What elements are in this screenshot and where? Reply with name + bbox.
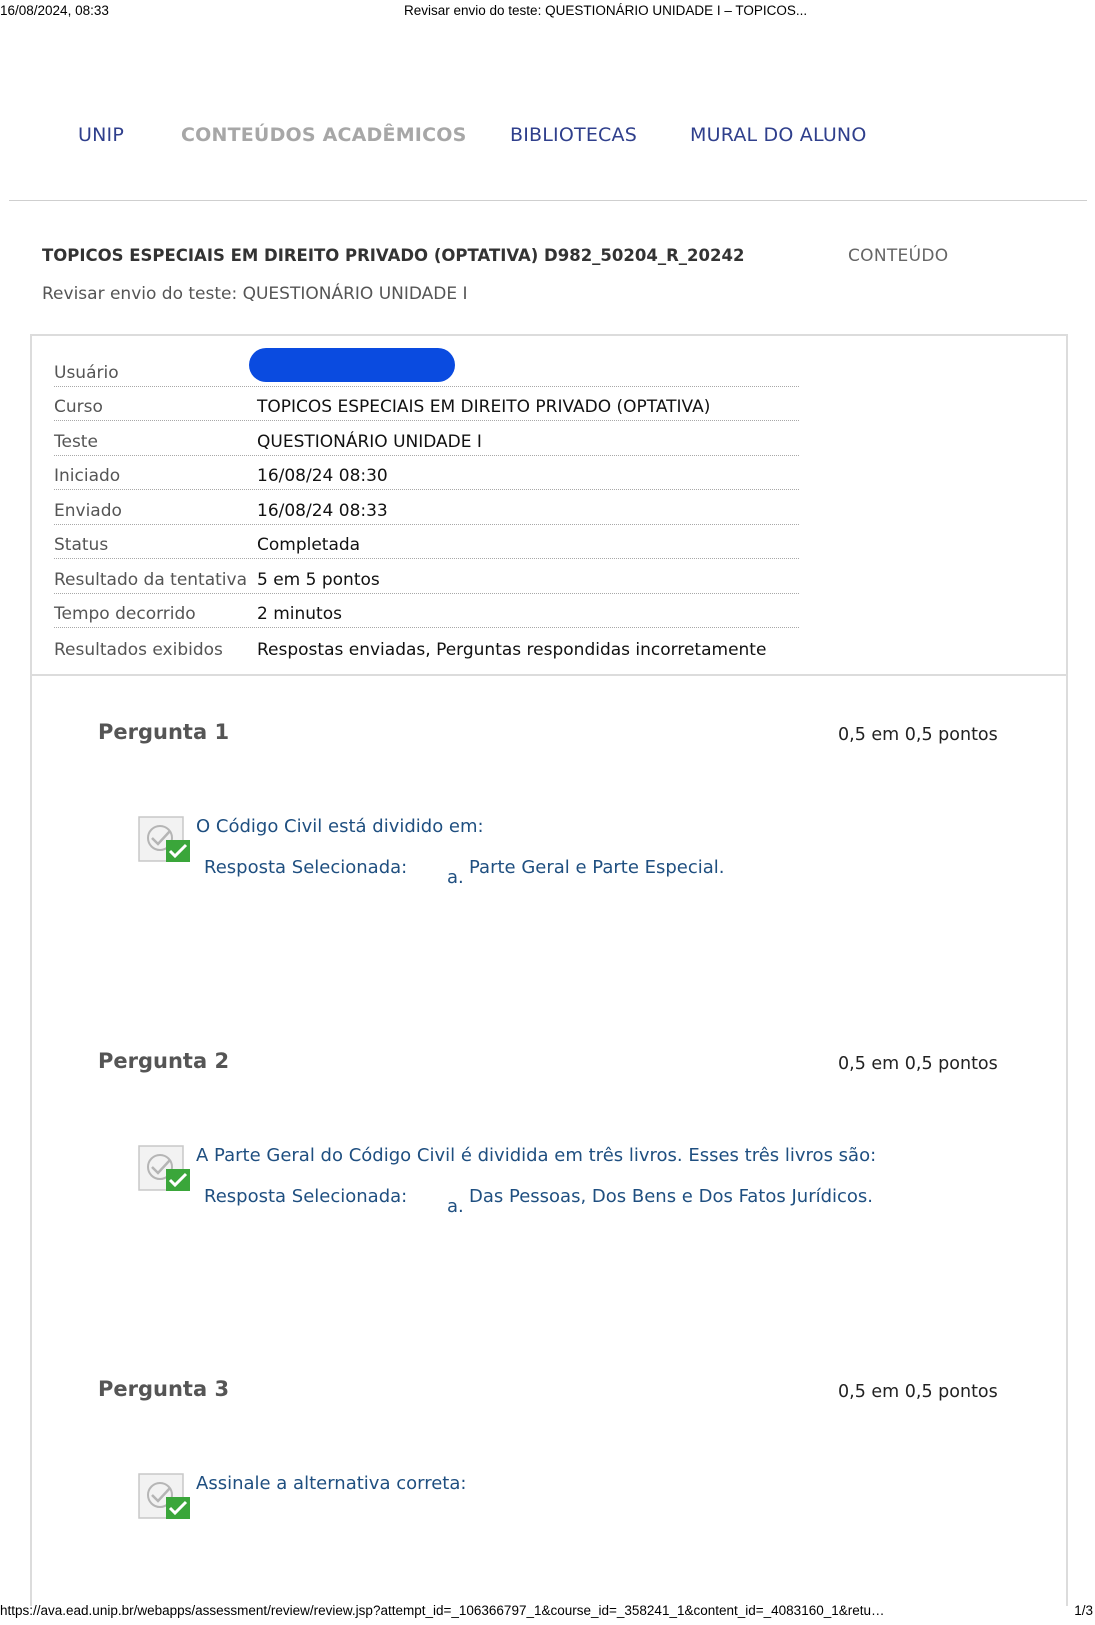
content-link[interactable]: CONTEÚDO	[848, 246, 948, 266]
answer-letter: a.	[447, 867, 464, 888]
summary-label: Status	[54, 535, 109, 555]
breadcrumb: Revisar envio do teste: QUESTIONÁRIO UNI…	[42, 284, 468, 304]
summary-row-status: Status Completada	[54, 525, 799, 559]
print-doc-title: Revisar envio do teste: QUESTIONÁRIO UNI…	[404, 3, 808, 18]
summary-value: TOPICOS ESPECIAIS EM DIREITO PRIVADO (OP…	[257, 397, 711, 417]
summary-row-enviado: Enviado 16/08/24 08:33	[54, 490, 799, 525]
top-navigation: UNIP CONTEÚDOS ACADÊMICOS BIBLIOTECAS MU…	[0, 124, 1095, 156]
summary-label: Curso	[54, 397, 103, 417]
print-footer: https://ava.ead.unip.br/webapps/assessme…	[0, 1603, 1095, 1621]
summary-value: QUESTIONÁRIO UNIDADE I	[257, 431, 482, 452]
nav-conteudos-academicos[interactable]: CONTEÚDOS ACADÊMICOS	[181, 124, 466, 146]
summary-row-curso: Curso TOPICOS ESPECIAIS EM DIREITO PRIVA…	[54, 387, 799, 421]
correct-check-icon	[138, 1145, 190, 1191]
summary-label: Teste	[54, 431, 98, 452]
summary-row-teste: Teste QUESTIONÁRIO UNIDADE I	[54, 421, 799, 456]
correct-check-icon	[138, 1473, 190, 1519]
redacted-username	[249, 347, 455, 382]
summary-row-resultado: Resultado da tentativa 5 em 5 pontos	[54, 559, 799, 594]
summary-label: Resultado da tentativa	[54, 569, 248, 590]
summary-label: Tempo decorrido	[54, 604, 196, 624]
nav-unip[interactable]: UNIP	[78, 124, 124, 146]
question-points: 0,5 em 0,5 pontos	[838, 1054, 998, 1074]
question-title: Pergunta 3	[98, 1377, 230, 1401]
summary-row-iniciado: Iniciado 16/08/24 08:30	[54, 456, 799, 490]
summary-label: Enviado	[54, 500, 122, 521]
summary-row-resultados-exibidos: Resultados exibidos Respostas enviadas, …	[54, 628, 799, 663]
questions-area: Pergunta 1 0,5 em 0,5 pontos O Código Ci…	[30, 676, 1068, 1606]
question-points: 0,5 em 0,5 pontos	[838, 1382, 998, 1402]
question-text: O Código Civil está dividido em:	[196, 816, 484, 837]
answer-label: Resposta Selecionada:	[204, 857, 408, 878]
question-title: Pergunta 1	[98, 720, 230, 744]
summary-value	[249, 347, 455, 383]
summary-label: Usuário	[54, 362, 119, 383]
print-header: 16/08/2024, 08:33 Revisar envio do teste…	[0, 3, 1095, 21]
summary-value: 16/08/24 08:30	[257, 466, 388, 486]
course-title: TOPICOS ESPECIAIS EM DIREITO PRIVADO (OP…	[42, 246, 745, 265]
question-points: 0,5 em 0,5 pontos	[838, 725, 998, 745]
question-title: Pergunta 2	[98, 1049, 230, 1073]
summary-row-tempo: Tempo decorrido 2 minutos	[54, 594, 799, 628]
answer-letter: a.	[447, 1196, 464, 1217]
summary-label: Iniciado	[54, 466, 121, 486]
correct-check-icon	[138, 816, 190, 862]
print-page-number: 1/3	[1074, 1603, 1093, 1618]
nav-bibliotecas[interactable]: BIBLIOTECAS	[510, 124, 637, 146]
summary-value: 16/08/24 08:33	[257, 500, 388, 521]
answer-text: Das Pessoas, Dos Bens e Dos Fatos Jurídi…	[469, 1186, 874, 1207]
nav-divider	[9, 200, 1087, 201]
summary-value: Completada	[257, 535, 361, 555]
question-text: Assinale a alternativa correta:	[196, 1473, 467, 1494]
question-text: A Parte Geral do Código Civil é dividida…	[196, 1145, 877, 1166]
print-datetime: 16/08/2024, 08:33	[0, 3, 109, 18]
summary-value: 5 em 5 pontos	[257, 569, 380, 590]
summary-label: Resultados exibidos	[54, 639, 223, 660]
answer-text: Parte Geral e Parte Especial.	[469, 857, 725, 878]
summary-value: Respostas enviadas, Perguntas respondida…	[257, 639, 767, 660]
print-url: https://ava.ead.unip.br/webapps/assessme…	[0, 1603, 885, 1618]
summary-value: 2 minutos	[257, 604, 342, 624]
nav-mural-do-aluno[interactable]: MURAL DO ALUNO	[690, 124, 867, 146]
attempt-summary-box: Usuário Curso TOPICOS ESPECIAIS EM DIREI…	[30, 334, 1068, 676]
attempt-summary-table: Usuário Curso TOPICOS ESPECIAIS EM DIREI…	[54, 347, 799, 663]
answer-label: Resposta Selecionada:	[204, 1186, 408, 1207]
summary-row-usuario: Usuário	[54, 347, 799, 387]
